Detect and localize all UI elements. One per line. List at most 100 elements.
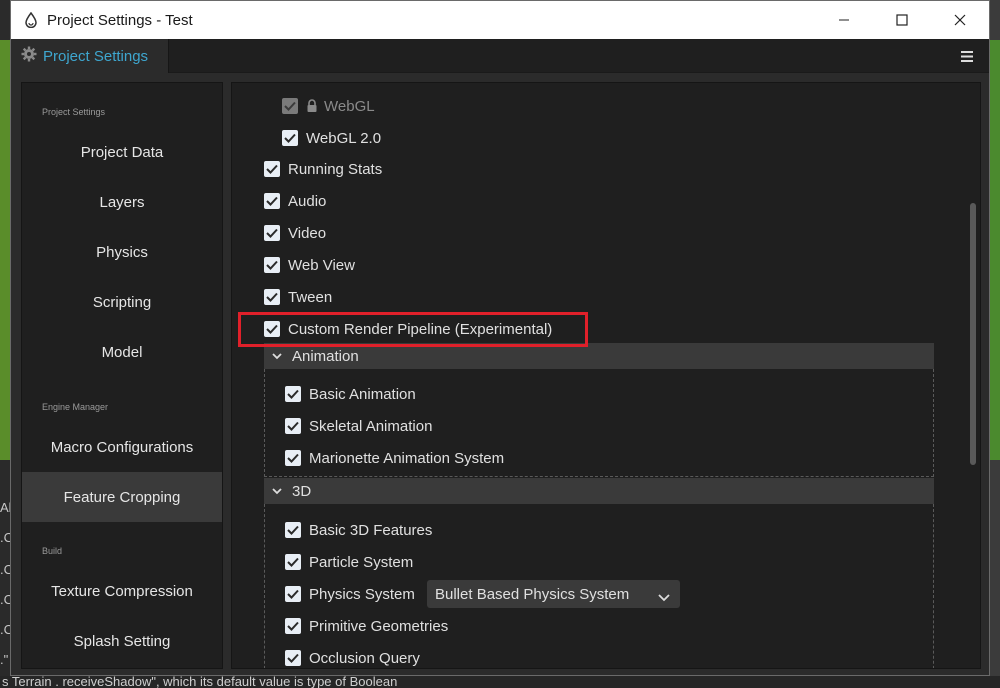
sidebar-item-project-data[interactable]: Project Data (22, 127, 222, 177)
background-app-left: Al .C .C .C .C ." (0, 0, 10, 688)
menu-button[interactable] (959, 47, 975, 65)
background-scene (0, 40, 10, 460)
hamburger-menu-icon (961, 50, 973, 62)
background-glyph: .C (0, 562, 10, 577)
background-app-right (990, 0, 1000, 688)
chevron-down-icon (272, 487, 282, 495)
physics-system-select[interactable]: Bullet Based Physics System (427, 580, 680, 608)
feature-row-occlusion-query[interactable]: Occlusion Query (285, 648, 420, 668)
tab-project-settings[interactable]: Project Settings (11, 39, 169, 73)
checkbox-tween[interactable] (264, 289, 280, 305)
checkbox-webgl (282, 98, 298, 114)
feature-row-video[interactable]: Video (264, 223, 326, 243)
window-controls (815, 1, 989, 39)
minimize-button[interactable] (815, 1, 873, 39)
feature-row-webgl2[interactable]: WebGL 2.0 (282, 128, 381, 148)
sidebar-item-texture-compression[interactable]: Texture Compression (22, 566, 222, 616)
group-header-3d[interactable]: 3D (264, 478, 934, 504)
checkbox-marionette-animation[interactable] (285, 450, 301, 466)
sidebar-item-physics[interactable]: Physics (22, 227, 222, 277)
tab-bar: Project Settings (11, 39, 989, 73)
group-title: Animation (292, 347, 359, 365)
sidebar-section-build: Build (42, 546, 63, 556)
lock-icon (306, 99, 318, 113)
maximize-button[interactable] (873, 1, 931, 39)
feature-label: WebGL (324, 97, 375, 115)
feature-label: Particle System (309, 553, 414, 571)
background-glyph: ." (0, 652, 9, 667)
chevron-down-icon (272, 352, 282, 360)
feature-label: Audio (288, 192, 327, 210)
close-button[interactable] (931, 1, 989, 39)
feature-row-physics-system[interactable]: Physics System (285, 584, 415, 604)
feature-cropping-panel: WebGL WebGL 2.0 Running Stats Audio Vide… (231, 82, 981, 669)
checkbox-running-stats[interactable] (264, 161, 280, 177)
checkbox-particle-system[interactable] (285, 554, 301, 570)
checkbox-basic-3d[interactable] (285, 522, 301, 538)
background-glyph: .C (0, 530, 10, 545)
highlight-annotation-box (238, 312, 588, 347)
checkbox-webgl2[interactable] (282, 130, 298, 146)
checkmark-icon (287, 589, 299, 599)
checkbox-audio[interactable] (264, 193, 280, 209)
app-logo-icon (23, 12, 39, 28)
checkmark-icon (284, 133, 296, 143)
checkbox-basic-animation[interactable] (285, 386, 301, 402)
checkmark-icon (287, 389, 299, 399)
settings-sidebar: Project Settings Project Data Layers Phy… (21, 82, 223, 669)
feature-label: Occlusion Query (309, 649, 420, 667)
feature-row-web-view[interactable]: Web View (264, 255, 355, 275)
chevron-down-icon (658, 589, 670, 606)
background-scene (990, 40, 1000, 460)
background-glyph: .C (0, 622, 10, 637)
sidebar-item-model[interactable]: Model (22, 327, 222, 377)
checkmark-icon (266, 260, 278, 270)
feature-row-marionette-animation[interactable]: Marionette Animation System (285, 448, 504, 468)
select-value: Bullet Based Physics System (435, 585, 630, 603)
feature-row-basic-3d[interactable]: Basic 3D Features (285, 520, 432, 540)
feature-row-running-stats[interactable]: Running Stats (264, 159, 382, 179)
feature-row-particle-system[interactable]: Particle System (285, 552, 413, 572)
checkmark-icon (287, 421, 299, 431)
gear-icon (21, 46, 37, 67)
sidebar-section-project-settings: Project Settings (42, 107, 106, 117)
feature-label: Web View (288, 256, 355, 274)
feature-label: Physics System (309, 585, 415, 603)
checkbox-skeletal-animation[interactable] (285, 418, 301, 434)
project-settings-window: Project Settings - Test Project Settings… (10, 0, 990, 676)
checkmark-icon (266, 228, 278, 238)
sidebar-item-splash-setting[interactable]: Splash Setting (22, 616, 222, 666)
window-title: Project Settings - Test (47, 11, 193, 29)
checkbox-occlusion-query[interactable] (285, 650, 301, 666)
maximize-icon (896, 14, 908, 26)
checkmark-icon (284, 101, 296, 111)
sidebar-item-scripting[interactable]: Scripting (22, 277, 222, 327)
checkmark-icon (287, 453, 299, 463)
feature-row-webgl: WebGL (282, 96, 375, 116)
checkbox-physics-system[interactable] (285, 586, 301, 602)
checkbox-primitive-geometries[interactable] (285, 618, 301, 634)
feature-row-tween[interactable]: Tween (264, 287, 332, 307)
checkbox-video[interactable] (264, 225, 280, 241)
title-bar[interactable]: Project Settings - Test (11, 1, 989, 39)
sidebar-item-macro-configurations[interactable]: Macro Configurations (22, 422, 222, 472)
feature-row-basic-animation[interactable]: Basic Animation (285, 384, 416, 404)
feature-label: Skeletal Animation (309, 417, 433, 435)
background-glyph: .C (0, 592, 10, 607)
feature-row-audio[interactable]: Audio (264, 191, 326, 211)
checkmark-icon (266, 196, 278, 206)
sidebar-item-layers[interactable]: Layers (22, 177, 222, 227)
checkmark-icon (287, 621, 299, 631)
sidebar-item-feature-cropping[interactable]: Feature Cropping (22, 472, 222, 522)
tab-label: Project Settings (43, 47, 149, 65)
sidebar-section-engine-manager: Engine Manager (42, 402, 109, 412)
feature-row-primitive-geometries[interactable]: Primitive Geometries (285, 616, 448, 636)
close-icon (954, 14, 966, 26)
vertical-scrollbar[interactable] (970, 203, 976, 465)
group-title: 3D (292, 482, 312, 500)
feature-label: Marionette Animation System (309, 449, 505, 467)
feature-row-skeletal-animation[interactable]: Skeletal Animation (285, 416, 432, 436)
checkbox-web-view[interactable] (264, 257, 280, 273)
background-glyph: Al (0, 500, 10, 515)
feature-label: Running Stats (288, 160, 383, 178)
